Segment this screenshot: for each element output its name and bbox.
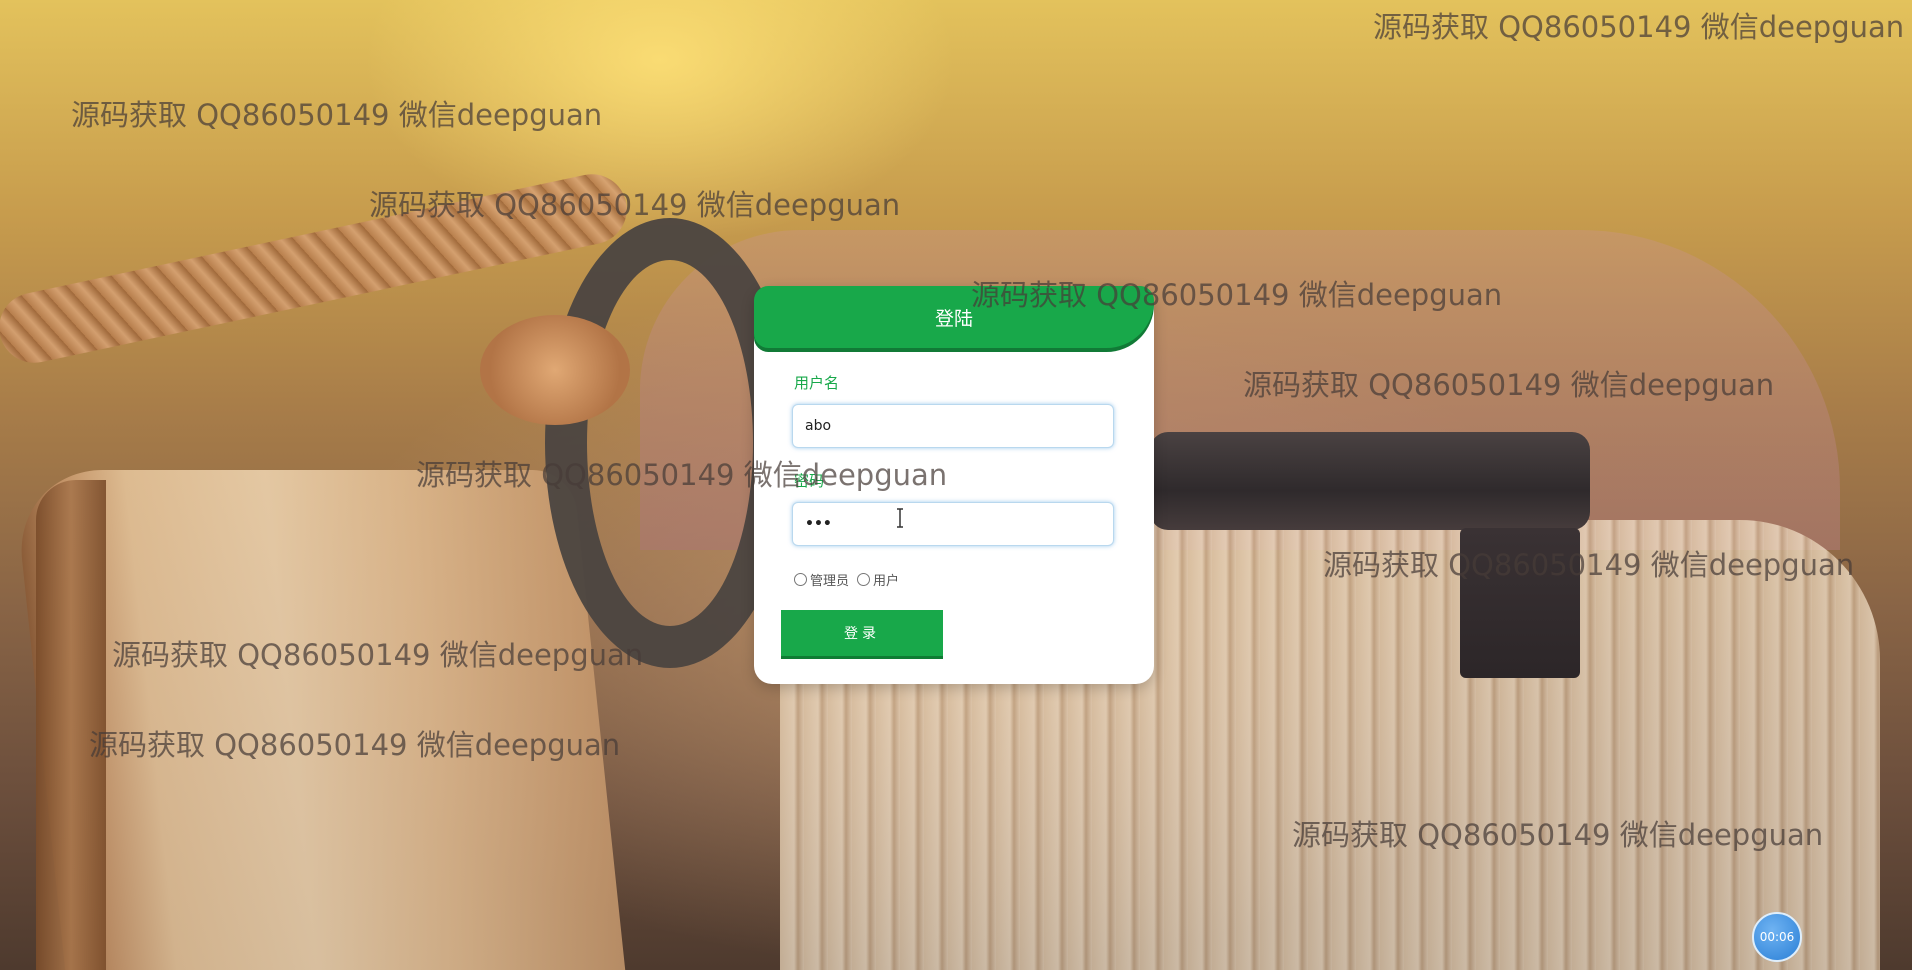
username-input[interactable]	[792, 404, 1114, 448]
role-selector: 管理员 用户	[794, 570, 907, 589]
watermark: 源码获取 QQ86050149 微信deepguan	[71, 98, 603, 132]
background-key-shaft	[1150, 432, 1590, 530]
watermark: 源码获取 QQ86050149 微信deepguan	[369, 188, 901, 222]
login-button[interactable]: 登录	[781, 610, 943, 659]
radio-icon[interactable]	[857, 573, 871, 586]
login-page: 登陆 用户名 密码 管理员 用户 登录 源码获取 QQ86050149 微信de…	[0, 0, 1912, 970]
watermark: 源码获取 QQ86050149 微信deepguan	[1373, 10, 1905, 44]
password-input[interactable]	[792, 502, 1114, 546]
role-option-user[interactable]: 用户	[857, 570, 899, 589]
watermark: 源码获取 QQ86050149 微信deepguan	[1243, 368, 1775, 402]
background-rope-knot	[480, 315, 630, 425]
watermark: 源码获取 QQ86050149 微信deepguan	[89, 728, 621, 762]
text-cursor-icon	[897, 508, 903, 528]
watermark: 源码获取 QQ86050149 微信deepguan	[971, 278, 1503, 312]
role-label-admin: 管理员	[810, 574, 850, 589]
role-option-admin[interactable]: 管理员	[794, 570, 849, 589]
role-label-user: 用户	[873, 574, 900, 589]
timer-badge[interactable]: 00:06	[1752, 912, 1802, 962]
username-label: 用户名	[794, 374, 840, 392]
watermark: 源码获取 QQ86050149 微信deepguan	[112, 638, 644, 672]
watermark: 源码获取 QQ86050149 微信deepguan	[1292, 818, 1824, 852]
watermark: 源码获取 QQ86050149 微信deepguan	[416, 458, 948, 492]
radio-icon[interactable]	[794, 573, 807, 586]
watermark: 源码获取 QQ86050149 微信deepguan	[1323, 548, 1855, 582]
